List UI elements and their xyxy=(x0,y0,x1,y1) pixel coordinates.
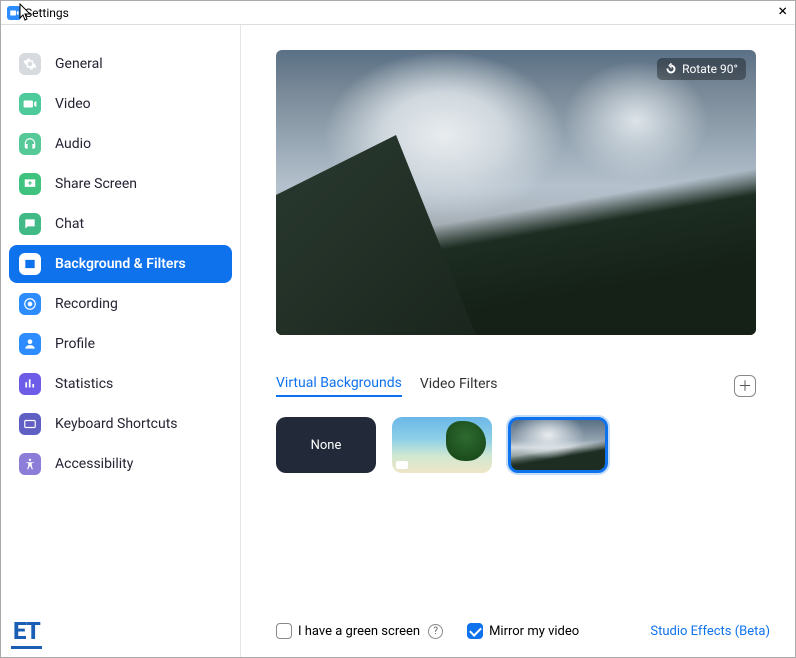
headphones-icon xyxy=(19,133,41,155)
camera-badge-icon xyxy=(396,461,408,469)
sidebar-item-keyboard-shortcuts[interactable]: Keyboard Shortcuts xyxy=(9,405,232,443)
sidebar-item-video[interactable]: Video xyxy=(9,85,232,123)
close-button[interactable]: × xyxy=(778,3,787,19)
sidebar-item-label: Profile xyxy=(55,336,95,352)
content-area: General Video Audio Share Screen Chat Ba… xyxy=(1,25,795,657)
green-screen-label: I have a green screen xyxy=(298,624,420,639)
checkbox-unchecked-icon xyxy=(276,623,292,639)
keyboard-icon xyxy=(19,413,41,435)
gear-icon xyxy=(19,53,41,75)
sidebar-item-background-filters[interactable]: Background & Filters xyxy=(9,245,232,283)
sidebar-item-recording[interactable]: Recording xyxy=(9,285,232,323)
thumb-none[interactable]: None xyxy=(276,417,376,473)
sidebar-item-label: Accessibility xyxy=(55,456,133,472)
background-icon xyxy=(19,253,41,275)
sidebar-item-general[interactable]: General xyxy=(9,45,232,83)
thumb-mountain-selected[interactable] xyxy=(508,417,608,473)
background-thumbnails: None xyxy=(276,417,770,473)
rotate-90-button[interactable]: Rotate 90° xyxy=(657,58,746,80)
mirror-video-checkbox[interactable]: Mirror my video xyxy=(467,623,579,639)
sidebar-item-label: Keyboard Shortcuts xyxy=(55,416,178,432)
chat-icon xyxy=(19,213,41,235)
sidebar-item-label: Statistics xyxy=(55,376,113,392)
cursor-icon xyxy=(19,3,33,21)
sidebar-item-label: General xyxy=(55,56,103,72)
share-screen-icon xyxy=(19,173,41,195)
sidebar-item-share-screen[interactable]: Share Screen xyxy=(9,165,232,203)
main-panel: Rotate 90° Virtual Backgrounds Video Fil… xyxy=(241,25,795,657)
thumb-beach[interactable] xyxy=(392,417,492,473)
statistics-icon xyxy=(19,373,41,395)
thumb-none-label: None xyxy=(311,438,342,453)
rotate-icon xyxy=(665,63,677,75)
sidebar-item-chat[interactable]: Chat xyxy=(9,205,232,243)
sidebar-item-label: Video xyxy=(55,96,91,112)
studio-effects-link[interactable]: Studio Effects (Beta) xyxy=(650,624,770,639)
sidebar-item-profile[interactable]: Profile xyxy=(9,325,232,363)
titlebar: Settings × xyxy=(1,1,795,25)
brand-watermark: ET xyxy=(11,617,42,649)
footer-options: I have a green screen ? Mirror my video … xyxy=(276,623,770,639)
background-tabs: Virtual Backgrounds Video Filters ＋ xyxy=(276,375,756,397)
preview-mountain-graphic xyxy=(276,135,476,335)
sidebar-item-accessibility[interactable]: Accessibility xyxy=(9,445,232,483)
video-icon xyxy=(19,93,41,115)
video-preview: Rotate 90° xyxy=(276,50,756,335)
rotate-label: Rotate 90° xyxy=(682,62,738,76)
green-screen-checkbox[interactable]: I have a green screen ? xyxy=(276,623,443,639)
tab-virtual-backgrounds[interactable]: Virtual Backgrounds xyxy=(276,375,402,397)
accessibility-icon xyxy=(19,453,41,475)
sidebar: General Video Audio Share Screen Chat Ba… xyxy=(1,25,241,657)
tab-video-filters[interactable]: Video Filters xyxy=(420,376,498,396)
sidebar-item-label: Chat xyxy=(55,216,84,232)
sidebar-item-audio[interactable]: Audio xyxy=(9,125,232,163)
mirror-label: Mirror my video xyxy=(489,624,579,639)
record-icon xyxy=(19,293,41,315)
sidebar-item-label: Audio xyxy=(55,136,91,152)
sidebar-item-label: Recording xyxy=(55,296,118,312)
checkbox-checked-icon xyxy=(467,623,483,639)
sidebar-item-label: Background & Filters xyxy=(55,256,186,272)
sidebar-item-statistics[interactable]: Statistics xyxy=(9,365,232,403)
profile-icon xyxy=(19,333,41,355)
add-background-button[interactable]: ＋ xyxy=(734,375,756,397)
help-icon[interactable]: ? xyxy=(428,624,443,639)
sidebar-item-label: Share Screen xyxy=(55,176,137,192)
